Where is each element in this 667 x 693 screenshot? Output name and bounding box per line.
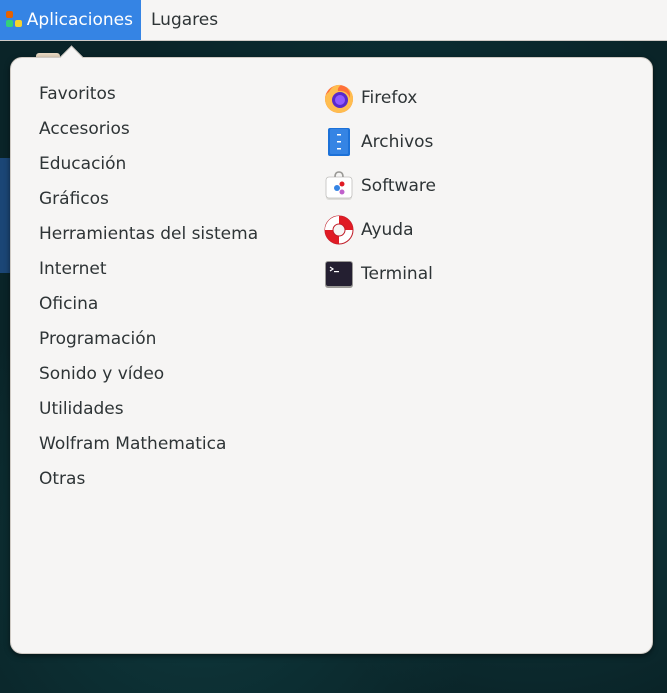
applications-icon — [6, 11, 22, 29]
category-item[interactable]: Internet — [39, 252, 258, 287]
category-list: Favoritos Accesorios Educación Gráficos … — [39, 77, 258, 497]
applications-menu-popup: Favoritos Accesorios Educación Gráficos … — [10, 57, 653, 654]
app-label: Archivos — [361, 132, 434, 152]
category-item[interactable]: Wolfram Mathematica — [39, 427, 258, 462]
applications-menu-label: Aplicaciones — [26, 10, 133, 30]
category-item[interactable]: Sonido y vídeo — [39, 357, 258, 392]
category-item[interactable]: Oficina — [39, 287, 258, 322]
category-item[interactable]: Herramientas del sistema — [39, 217, 258, 252]
category-item[interactable]: Gráficos — [39, 182, 258, 217]
category-item[interactable]: Favoritos — [39, 77, 258, 112]
app-label: Firefox — [361, 88, 418, 108]
app-list: Firefox Archivos Software Ayuda Terminal — [323, 76, 436, 296]
category-item[interactable]: Accesorios — [39, 112, 258, 147]
category-item[interactable]: Programación — [39, 322, 258, 357]
firefox-icon — [323, 82, 355, 114]
desktop-background-item — [0, 115, 10, 135]
app-item-software[interactable]: Software — [323, 164, 436, 208]
app-label: Software — [361, 176, 436, 196]
places-menu-label: Lugares — [151, 10, 219, 30]
app-label: Ayuda — [361, 220, 414, 240]
places-menu-button[interactable]: Lugares — [143, 0, 226, 40]
software-icon — [323, 170, 355, 202]
app-item-terminal[interactable]: Terminal — [323, 252, 436, 296]
category-item[interactable]: Utilidades — [39, 392, 258, 427]
app-label: Terminal — [361, 264, 433, 284]
applications-menu-button[interactable]: Aplicaciones — [0, 0, 141, 40]
terminal-icon — [323, 258, 355, 290]
top-bar: Aplicaciones Lugares — [0, 0, 667, 41]
app-item-files[interactable]: Archivos — [323, 120, 436, 164]
desktop-background-item — [0, 158, 10, 273]
app-item-help[interactable]: Ayuda — [323, 208, 436, 252]
app-item-firefox[interactable]: Firefox — [323, 76, 436, 120]
help-lifebuoy-icon — [323, 214, 355, 246]
category-item[interactable]: Otras — [39, 462, 258, 497]
files-icon — [323, 126, 355, 158]
category-item[interactable]: Educación — [39, 147, 258, 182]
